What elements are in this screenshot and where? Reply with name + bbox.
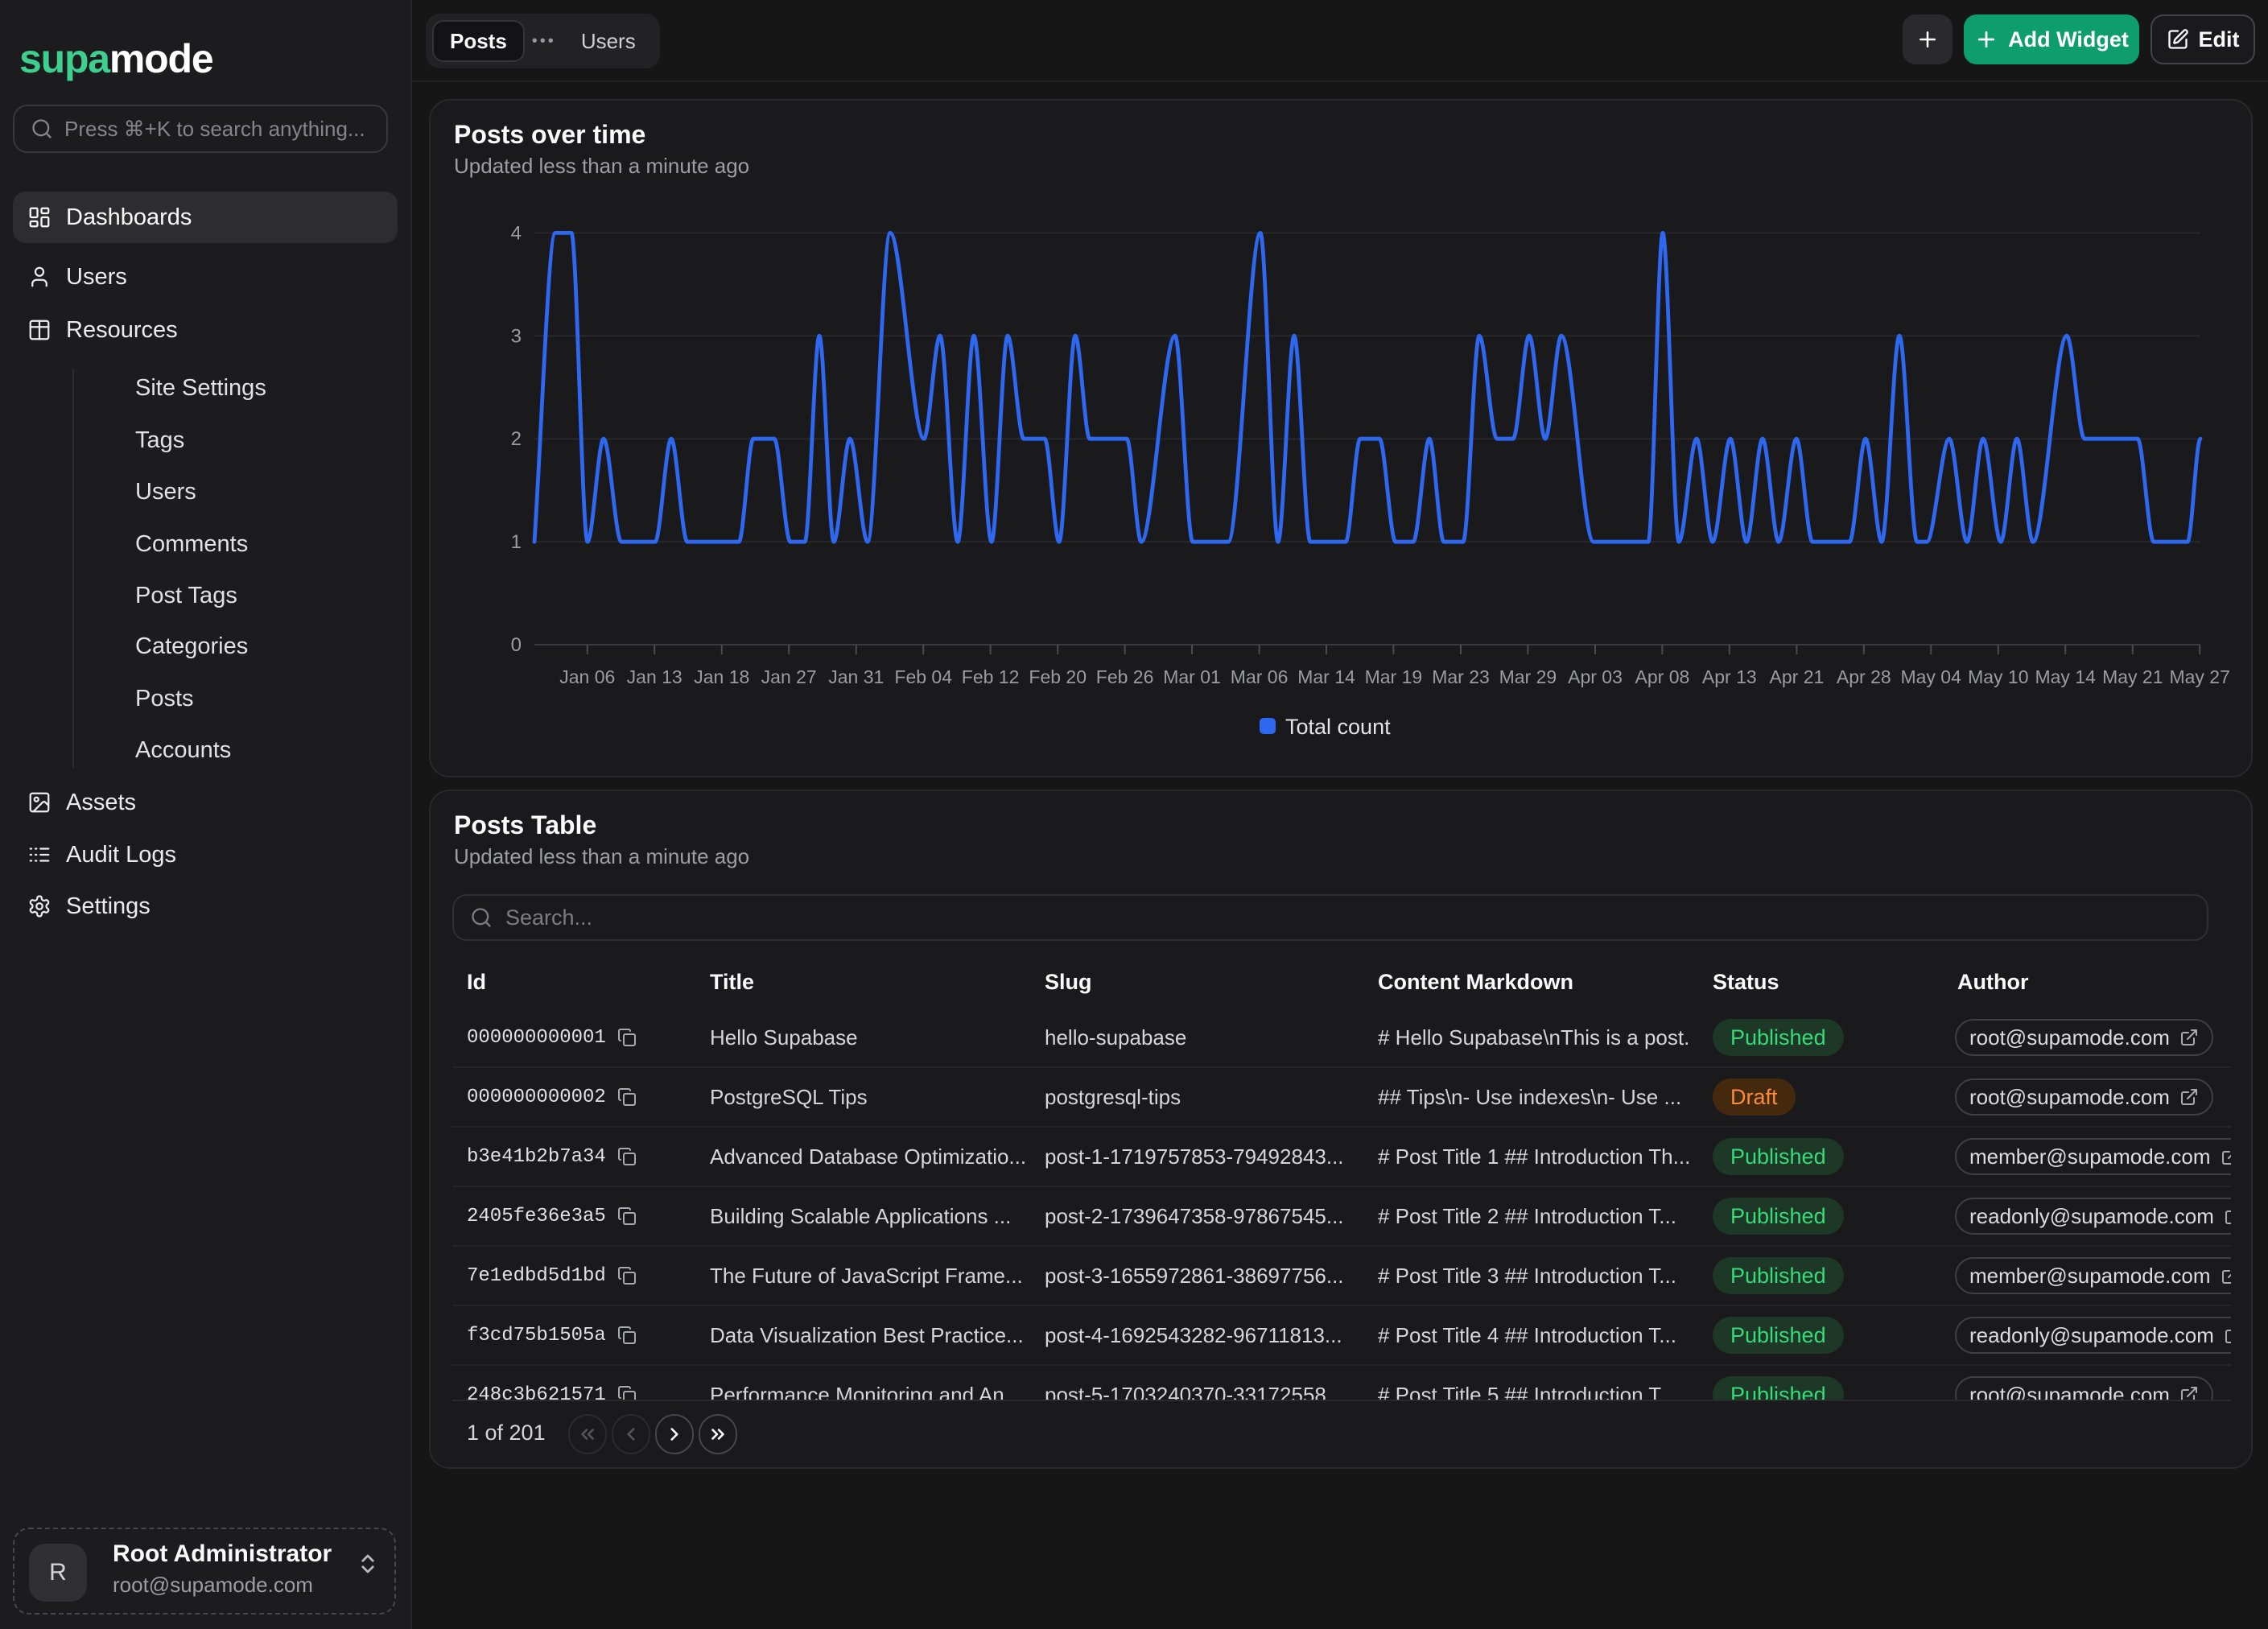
svg-text:May 04: May 04 [1900,666,1961,687]
svg-text:1: 1 [511,531,522,553]
svg-text:Mar 06: Mar 06 [1231,666,1289,687]
svg-text:4: 4 [511,222,522,244]
svg-text:Feb 20: Feb 20 [1029,666,1087,687]
svg-text:Apr 08: Apr 08 [1635,666,1690,687]
svg-text:Mar 23: Mar 23 [1432,666,1490,687]
svg-text:Feb 04: Feb 04 [894,666,952,687]
svg-text:2: 2 [511,428,522,450]
svg-text:Apr 28: Apr 28 [1837,666,1891,687]
svg-text:May 21: May 21 [2102,666,2163,687]
svg-text:Apr 21: Apr 21 [1770,666,1825,687]
svg-text:0: 0 [511,634,522,656]
svg-text:Total count: Total count [1285,715,1391,739]
svg-text:Feb 26: Feb 26 [1096,666,1154,687]
svg-text:3: 3 [511,325,522,347]
svg-text:Apr 13: Apr 13 [1702,666,1757,687]
svg-text:Mar 29: Mar 29 [1499,666,1557,687]
svg-text:Jan 31: Jan 31 [828,666,884,687]
svg-text:Mar 19: Mar 19 [1365,666,1423,687]
svg-text:May 27: May 27 [2169,666,2229,687]
svg-text:Feb 12: Feb 12 [962,666,1020,687]
svg-text:Jan 18: Jan 18 [694,666,749,687]
svg-text:Jan 06: Jan 06 [559,666,615,687]
svg-text:May 14: May 14 [2035,666,2096,687]
svg-text:Mar 01: Mar 01 [1163,666,1221,687]
svg-text:Jan 13: Jan 13 [627,666,682,687]
svg-text:Apr 03: Apr 03 [1568,666,1623,687]
svg-text:Jan 27: Jan 27 [761,666,817,687]
svg-text:Mar 14: Mar 14 [1297,666,1355,687]
svg-text:May 10: May 10 [1968,666,2028,687]
